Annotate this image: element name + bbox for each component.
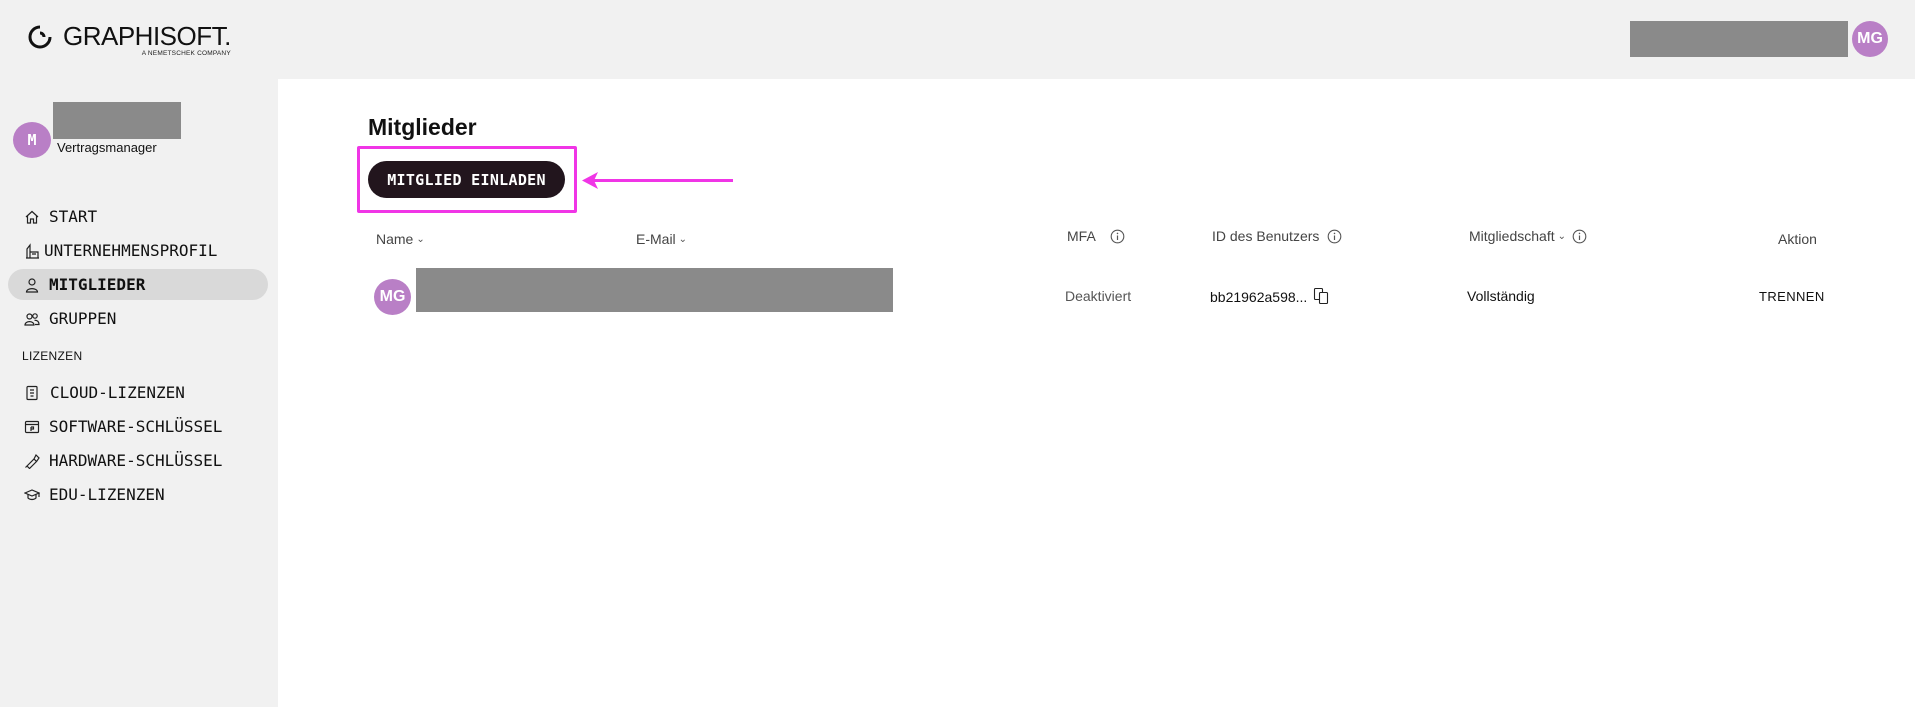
sidebar-item-cloud-lizenzen[interactable]: CLOUD-LIZENZEN [8, 377, 268, 408]
account-role: Vertragsmanager [57, 140, 157, 155]
page-title: Mitglieder [368, 114, 477, 140]
sidebar-item-label: GRUPPEN [49, 309, 117, 328]
software-key-icon [23, 418, 41, 436]
sidebar-item-label: SOFTWARE-SCHLÜSSEL [49, 417, 223, 436]
column-header-label: Mitgliedschaft [1469, 228, 1555, 244]
column-header-user-id: ID des Benutzers [1212, 228, 1342, 244]
redacted-member-name-email [416, 268, 893, 312]
graduation-cap-icon [23, 486, 41, 504]
sidebar-item-gruppen[interactable]: GRUPPEN [8, 303, 268, 334]
column-header-label: E-Mail [636, 231, 676, 247]
sidebar-item-mitglieder[interactable]: MITGLIEDER [8, 269, 268, 300]
sidebar-item-label: MITGLIEDER [49, 275, 146, 294]
sidebar-item-label: UNTERNEHMENSPROFIL [44, 241, 218, 260]
account-avatar[interactable]: M [13, 122, 51, 158]
home-icon [23, 208, 41, 226]
logo-name: GRAPHISOFT. [63, 21, 231, 51]
sidebar-item-hardware-schluessel[interactable]: HARDWARE-SCHLÜSSEL [8, 445, 268, 476]
group-icon [23, 310, 41, 328]
cloud-license-icon [23, 384, 41, 402]
sidebar-item-label: HARDWARE-SCHLÜSSEL [49, 451, 223, 470]
building-icon [23, 242, 41, 260]
column-header-label: Name [376, 231, 414, 247]
membership-value: Vollständig [1467, 288, 1535, 304]
hardware-key-icon [23, 452, 41, 470]
sidebar-item-software-schluessel[interactable]: SOFTWARE-SCHLÜSSEL [8, 411, 268, 442]
section-label-licenses: LIZENZEN [22, 349, 83, 363]
logo-subtitle: A NEMETSCHEK COMPANY [141, 50, 231, 57]
redacted-user-name [1630, 21, 1848, 57]
sidebar-item-label: START [49, 207, 98, 226]
column-header-label: MFA [1067, 228, 1096, 244]
graphisoft-logo-icon [28, 25, 52, 49]
graphisoft-logo[interactable]: GRAPHISOFT. A NEMETSCHEK COMPANY [27, 22, 231, 57]
pointer-arrow-icon [582, 172, 733, 189]
redacted-account-name [53, 102, 181, 139]
person-icon [23, 276, 41, 294]
mfa-status: Deaktiviert [1065, 288, 1132, 304]
sidebar-item-edu-lizenzen[interactable]: EDU-LIZENZEN [8, 479, 268, 510]
column-header-name[interactable]: Name ⌄ [376, 231, 425, 247]
column-header-action: Aktion [1778, 231, 1817, 247]
top-header: GRAPHISOFT. A NEMETSCHEK COMPANY MG [0, 0, 1915, 79]
sidebar-item-label: EDU-LIZENZEN [49, 485, 165, 504]
column-header-label: Aktion [1778, 231, 1817, 247]
info-icon[interactable] [1572, 229, 1587, 244]
info-icon[interactable] [1110, 229, 1125, 244]
invite-member-button[interactable]: MITGLIED EINLADEN [368, 161, 565, 198]
column-header-mfa: MFA [1067, 228, 1125, 244]
chevron-down-icon: ⌄ [1557, 230, 1566, 242]
user-avatar[interactable]: MG [1852, 21, 1888, 57]
member-avatar: MG [374, 279, 411, 315]
sidebar-item-label: CLOUD-LIZENZEN [50, 383, 185, 402]
sidebar-item-start[interactable]: START [8, 201, 268, 232]
info-icon[interactable] [1327, 229, 1342, 244]
chevron-down-icon: ⌄ [678, 233, 688, 245]
chevron-down-icon: ⌄ [416, 233, 425, 245]
sidebar-item-unternehmensprofil[interactable]: UNTERNEHMENSPROFIL [8, 235, 268, 266]
column-header-label: ID des Benutzers [1212, 228, 1320, 244]
user-id-cell: bb21962a598... [1210, 287, 1330, 305]
disconnect-link[interactable]: TRENNEN [1759, 289, 1825, 304]
copy-icon[interactable] [1313, 287, 1330, 305]
column-header-email[interactable]: E-Mail ⌄ [636, 231, 687, 247]
user-id-value: bb21962a598... [1210, 289, 1308, 305]
column-header-membership[interactable]: Mitgliedschaft ⌄ [1469, 228, 1587, 244]
